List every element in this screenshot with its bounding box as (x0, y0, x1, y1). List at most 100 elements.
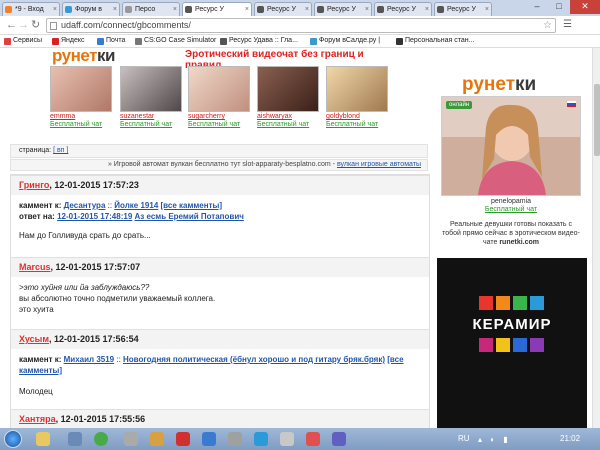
cam-thumbnail[interactable]: emmma Бесплатный чат (50, 66, 114, 130)
bookmark-label: Сервисы (13, 37, 43, 44)
tab-label: Персо (135, 6, 156, 13)
reply-to-label: ответ на: (19, 212, 55, 221)
comment-author[interactable]: Гринго (19, 180, 49, 190)
cam-model-status[interactable]: Бесплатный чат (120, 121, 172, 128)
forward-icon[interactable]: → (18, 18, 29, 32)
tab-close-icon[interactable]: × (173, 3, 177, 16)
page-scrollbar[interactable] (592, 48, 600, 428)
tab-close-icon[interactable]: × (365, 3, 369, 16)
close-window-icon[interactable]: ✕ (570, 0, 600, 14)
cam-thumbnail[interactable]: goldyblond Бесплатный чат (326, 66, 390, 130)
cam-model-status[interactable]: Бесплатный чат (326, 121, 378, 128)
cam-model-status[interactable]: Бесплатный чат (188, 121, 240, 128)
cam-model-name[interactable]: aishwaryax (257, 113, 292, 120)
browser-tab[interactable]: Ресурс У × (314, 2, 372, 16)
post-link[interactable]: Новогодняя политическая (ёбнул хорошо и … (123, 355, 385, 364)
pager-link[interactable]: [ вп ] (53, 147, 68, 154)
cam-photo[interactable] (257, 66, 319, 112)
star-icon[interactable]: ☆ (543, 19, 552, 32)
tab-close-icon[interactable]: × (485, 3, 489, 16)
cam-thumbnail[interactable]: sugarcherry Бесплатный чат (188, 66, 252, 130)
reply-date-link[interactable]: 12-01-2015 17:48:19 (57, 212, 132, 221)
menu-icon[interactable]: ☰ (563, 19, 572, 30)
comment-author[interactable]: Хантяра (19, 414, 56, 424)
taskbar-app-icon[interactable] (332, 432, 346, 446)
cam-thumbnail[interactable]: suzanestar Бесплатный чат (120, 66, 184, 130)
author-link[interactable]: Михаил 3519 (64, 355, 115, 364)
start-button[interactable] (4, 430, 22, 448)
system-tray-icons[interactable]: ▴ ◐ ▮ (478, 435, 511, 444)
cam-model-status[interactable]: Бесплатный чат (257, 121, 309, 128)
browser-tab[interactable]: Персо × (122, 2, 180, 16)
reply-author-link[interactable]: Аз есмь Еремий Потапович (135, 212, 244, 221)
cam-model-name[interactable]: suzanestar (120, 113, 154, 120)
tab-close-icon[interactable]: × (53, 3, 57, 16)
browser-tab[interactable]: Ресурс У × (374, 2, 432, 16)
back-icon[interactable]: ← (6, 18, 17, 32)
bookmark-item[interactable]: CS:GO Case Simulator (135, 35, 216, 47)
bookmark-item[interactable]: Ресурс Удава :: Гла... (220, 35, 298, 47)
taskbar-app-icon[interactable] (306, 432, 320, 446)
skype-icon[interactable] (254, 432, 268, 446)
bookmark-label: Почта (106, 37, 126, 44)
browser-tab[interactable]: Ресурс У × (254, 2, 312, 16)
featured-cam-video[interactable]: онлайн (441, 96, 581, 196)
taskbar-app-icon[interactable] (280, 432, 294, 446)
chrome-icon[interactable] (94, 432, 108, 446)
comment-to-label: каммент к: (19, 201, 62, 210)
comment-quote: >это хуйня или йа заблуждаюсь?? (19, 283, 150, 292)
cam-model-name[interactable]: sugarcherry (188, 113, 225, 120)
keramir-ad[interactable]: КЕРАМИР (437, 258, 587, 428)
taskbar-app-icon[interactable] (124, 432, 138, 446)
featured-model-name[interactable]: penelopamia (441, 198, 581, 205)
comment-author[interactable]: Marcus (19, 262, 51, 272)
browser-tab[interactable]: *9 - Вход × (2, 2, 60, 16)
cam-photo[interactable] (326, 66, 388, 112)
comment-author[interactable]: Хусым (19, 334, 49, 344)
explorer-icon[interactable] (36, 432, 50, 446)
taskbar-app-icon[interactable] (176, 432, 190, 446)
browser-tab[interactable]: Форум в × (62, 2, 120, 16)
browser-tab[interactable]: Ресурс У × (434, 2, 492, 16)
runetki-logo[interactable]: рунетки (52, 48, 115, 66)
ad-link[interactable]: вулкан игровые автоматы (337, 161, 421, 168)
language-indicator[interactable]: RU (458, 434, 470, 443)
runetki-banner[interactable]: рунетки Эротический видеочат без границ … (50, 48, 395, 130)
tab-close-icon[interactable]: × (113, 3, 117, 16)
clock[interactable]: 21:02 (560, 434, 580, 443)
minimize-icon[interactable]: – (526, 0, 548, 14)
taskbar-app-icon[interactable] (202, 432, 216, 446)
comment-date: , 12-01-2015 17:55:56 (55, 414, 146, 424)
address-bar[interactable]: udaff.com/connect/gbcomments/ ☆ (46, 18, 556, 33)
bookmark-item[interactable]: Яндекс (52, 35, 85, 47)
cam-model-name[interactable]: emmma (50, 113, 75, 120)
bookmark-item[interactable]: Почта (97, 35, 125, 47)
scrollbar-thumb[interactable] (594, 84, 600, 156)
taskbar-app-icon[interactable] (68, 432, 82, 446)
featured-model-status[interactable]: Бесплатный чат (441, 206, 581, 213)
reload-icon[interactable]: ↻ (31, 18, 40, 32)
bookmark-item[interactable]: Форум вСалде.ру | (310, 35, 380, 47)
runetki-logo[interactable]: рунетки (462, 74, 536, 96)
post-link[interactable]: Йолке 1914 (114, 201, 158, 210)
cam-photo[interactable] (120, 66, 182, 112)
taskbar-app-icon[interactable] (150, 432, 164, 446)
cam-photo[interactable] (188, 66, 250, 112)
tab-close-icon[interactable]: × (245, 3, 249, 16)
all-comments-link[interactable]: [все камменты] (161, 201, 223, 210)
tab-close-icon[interactable]: × (305, 3, 309, 16)
separator: :: (105, 201, 115, 210)
cam-thumbnail[interactable]: aishwaryax Бесплатный чат (257, 66, 321, 130)
comment-list: Гринго, 12-01-2015 17:57:23 каммент к: Д… (10, 174, 430, 428)
author-link[interactable]: Десантура (64, 201, 106, 210)
cam-model-status[interactable]: Бесплатный чат (50, 121, 102, 128)
bookmark-item[interactable]: Сервисы (4, 35, 42, 47)
taskbar-app-icon[interactable] (228, 432, 242, 446)
comment-text: Нам до Голливуда срать до срать... (19, 231, 151, 240)
tab-close-icon[interactable]: × (425, 3, 429, 16)
cam-model-name[interactable]: goldyblond (326, 113, 360, 120)
maximize-icon[interactable]: □ (548, 0, 570, 14)
bookmark-item[interactable]: Персональная стан... (396, 35, 475, 47)
browser-tab-active[interactable]: Ресурс У × (182, 2, 252, 16)
cam-photo[interactable] (50, 66, 112, 112)
